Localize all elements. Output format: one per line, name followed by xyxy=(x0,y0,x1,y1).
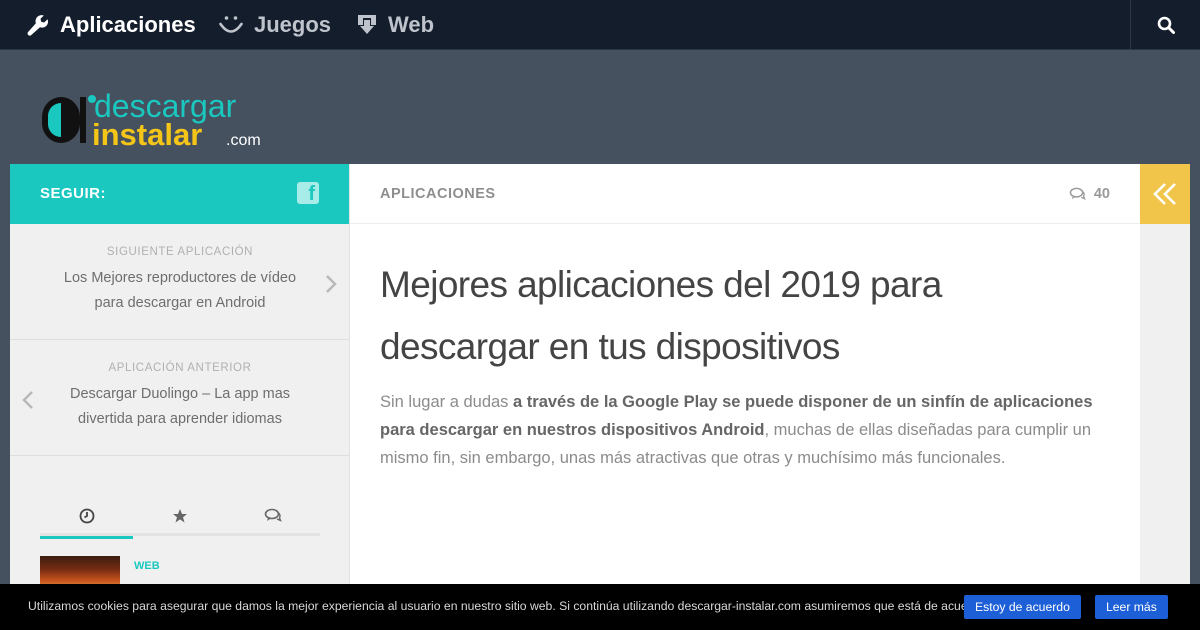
tab-popular[interactable] xyxy=(133,496,226,536)
follow-label: SEGUIR: xyxy=(40,185,107,202)
comment-count-link[interactable]: 40 xyxy=(1069,164,1110,224)
facebook-icon[interactable]: f xyxy=(297,182,319,205)
site-logo[interactable]: descargar instalar .com xyxy=(40,89,270,151)
sidebar: SEGUIR: f SIGUIENTE APLICACIÓN Los Mejor… xyxy=(10,164,350,630)
top-navigation: Aplicaciones Juegos Web xyxy=(0,0,1200,50)
nav-label-web: Web xyxy=(388,12,435,37)
nav-label-juegos: Juegos xyxy=(254,12,332,37)
tab-comments[interactable] xyxy=(226,496,319,536)
clock-icon xyxy=(79,508,94,524)
previous-post-kicker: APLICACIÓN ANTERIOR xyxy=(108,362,252,374)
facebook-letter: f xyxy=(308,183,315,205)
article-intro: Sin lugar a dudas a través de la Google … xyxy=(380,388,1110,472)
next-post-title: Los Mejores reproductores de vídeo para … xyxy=(63,270,297,311)
article-intro-lead: Sin lugar a dudas xyxy=(380,393,514,411)
sidebar-tabs xyxy=(40,496,320,539)
nav-item-aplicaciones[interactable]: Aplicaciones xyxy=(26,0,196,50)
article-title: Mejores aplicaciones del 2019 para desca… xyxy=(380,264,942,367)
double-chevron-left-icon xyxy=(1153,183,1176,205)
follow-bar: SEGUIR: f xyxy=(10,164,349,224)
previous-post-title: Descargar Duolingo – La app mas divertid… xyxy=(69,386,291,427)
comments-icon xyxy=(264,508,282,522)
comment-count: 40 xyxy=(1093,186,1110,202)
right-sidebar xyxy=(1140,224,1190,630)
cookie-accept-button[interactable]: Estoy de acuerdo xyxy=(964,595,1081,619)
cookie-read-more-button[interactable]: Leer más xyxy=(1095,595,1168,619)
site-header: descargar instalar .com xyxy=(0,51,1200,164)
cookie-message: Utilizamos cookies para asegurar que dam… xyxy=(28,599,989,613)
tab-recent[interactable] xyxy=(40,496,133,539)
article-category-link[interactable]: APLICACIONES xyxy=(380,164,496,224)
collapse-sidebar-button[interactable] xyxy=(1140,164,1190,224)
widget-post-category[interactable]: WEB xyxy=(134,560,160,572)
logo-word-instalar: instalar xyxy=(92,117,202,151)
smile-icon xyxy=(218,12,244,38)
previous-post-link[interactable]: APLICACIÓN ANTERIOR Descargar Duolingo –… xyxy=(10,340,349,456)
wrench-icon xyxy=(26,13,50,37)
chevron-left-icon xyxy=(22,390,34,416)
search-button[interactable] xyxy=(1130,0,1200,50)
search-icon xyxy=(1157,16,1175,34)
next-post-link[interactable]: SIGUIENTE APLICACIÓN Los Mejores reprodu… xyxy=(10,224,349,340)
article-meta-bar: APLICACIONES 40 xyxy=(350,164,1140,224)
next-post-kicker: SIGUIENTE APLICACIÓN xyxy=(106,246,254,258)
logo-domain-suffix: .com xyxy=(226,132,261,149)
main-content: APLICACIONES 40 Mejores aplicaciones del… xyxy=(350,164,1140,630)
chevron-right-icon xyxy=(325,274,337,300)
nav-item-web[interactable]: Web xyxy=(356,0,434,50)
nav-label-aplicaciones: Aplicaciones xyxy=(60,12,196,37)
cookie-banner: Utilizamos cookies para asegurar que dam… xyxy=(0,584,1200,630)
download-icon xyxy=(356,13,378,37)
star-icon xyxy=(172,509,187,523)
comments-icon xyxy=(1069,187,1086,200)
nav-item-juegos[interactable]: Juegos xyxy=(218,0,331,50)
